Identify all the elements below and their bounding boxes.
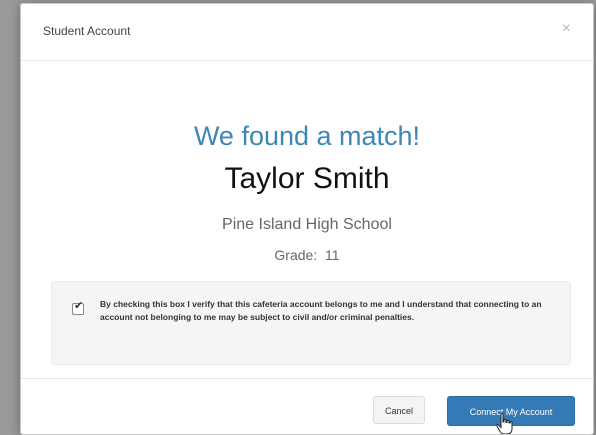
grade-value: 11 [325, 247, 340, 263]
grade-label: Grade: [274, 247, 318, 263]
consent-panel: ✔ By checking this box I verify that thi… [51, 281, 571, 365]
student-name: Taylor Smith [224, 162, 390, 195]
modal-body: We found a match! Taylor Smith Pine Isla… [21, 61, 593, 379]
check-icon: ✔ [74, 300, 84, 312]
modal-title: Student Account [43, 24, 131, 38]
consent-text: By checking this box I verify that this … [100, 299, 542, 322]
hand-pointer-icon [496, 412, 513, 434]
school-name: Pine Island High School [222, 216, 392, 233]
consent-checkbox[interactable]: ✔ [72, 300, 84, 315]
close-icon[interactable]: × [562, 21, 571, 37]
student-account-modal: Student Account × We found a match! Tayl… [20, 3, 594, 435]
grade-line: Grade: 11 [21, 247, 593, 263]
match-heading: We found a match! [193, 121, 421, 151]
modal-header: Student Account × [21, 4, 593, 61]
modal-footer: Cancel Connect My Account [21, 378, 593, 434]
cancel-button[interactable]: Cancel [373, 396, 425, 424]
